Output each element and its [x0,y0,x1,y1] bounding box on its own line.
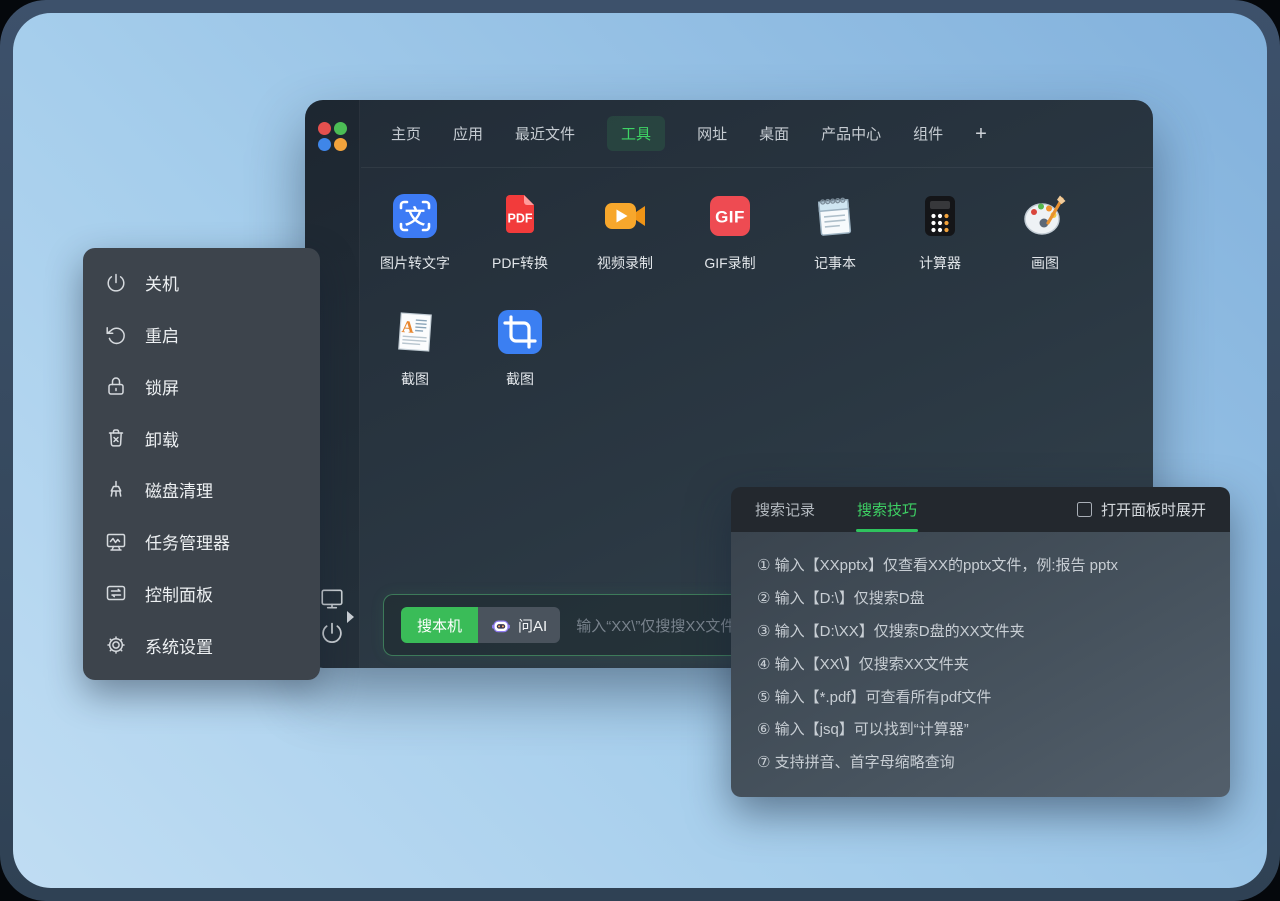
menu-item-关机[interactable]: 关机 [83,257,320,309]
ask-ai-label: 问AI [518,615,547,636]
tool-视频录制[interactable]: 视频录制 [573,192,677,273]
menu-item-磁盘清理[interactable]: 磁盘清理 [83,464,320,516]
pic-to-text-icon: 文 [391,192,439,240]
tab-工具[interactable]: 工具 [607,116,665,151]
crop-icon [496,308,544,356]
restart-icon [104,323,128,347]
tool-label: 记事本 [814,253,856,273]
search-local-button[interactable]: 搜本机 [401,607,478,643]
menu-item-label: 锁屏 [145,374,179,399]
menu-item-控制面板[interactable]: 控制面板 [83,568,320,620]
menu-item-label: 任务管理器 [145,529,230,554]
tip-line-2: ② 输入【D:\】仅搜索D盘 [757,581,1210,614]
gif-icon: GIF [706,192,754,240]
tip-line-7: ⑦ 支持拼音、首字母缩略查询 [757,745,1210,778]
ask-ai-button[interactable]: 问AI [478,607,560,643]
uninstall-icon [104,426,128,450]
paint-icon [1021,192,1069,240]
tab-应用[interactable]: 应用 [453,123,483,144]
menu-item-重启[interactable]: 重启 [83,309,320,361]
power-icon[interactable] [318,619,346,647]
menu-item-label: 磁盘清理 [145,477,213,502]
control-panel-icon [104,581,128,605]
tip-line-6: ⑥ 输入【jsq】可以找到“计算器” [757,712,1210,745]
checkbox-icon[interactable] [1077,502,1092,517]
tab-桌面[interactable]: 桌面 [759,123,789,144]
tips-list: ① 输入【XXpptx】仅查看XX的pptx文件，例:报告 pptx② 输入【D… [731,532,1230,797]
svg-text:文: 文 [405,205,426,229]
logo-petal [334,138,347,151]
tool-截图[interactable]: 截图 [468,308,572,389]
menu-item-锁屏[interactable]: 锁屏 [83,361,320,413]
monitor-icon[interactable] [319,586,345,612]
menu-item-卸载[interactable]: 卸载 [83,412,320,464]
expand-on-open-toggle[interactable]: 打开面板时展开 [1077,499,1206,520]
calculator-icon [916,192,964,240]
settings-icon [104,633,128,657]
logo-petal [318,122,331,135]
power-icon [104,271,128,295]
tab-最近文件[interactable]: 最近文件 [515,123,575,144]
tips-tab-搜索记录[interactable]: 搜索记录 [755,487,815,532]
search-tips-panel: 搜索记录搜索技巧 打开面板时展开 ① 输入【XXpptx】仅查看XX的pptx文… [731,487,1230,797]
tool-label: 视频录制 [597,253,653,273]
tip-line-5: ⑤ 输入【*.pdf】可查看所有pdf文件 [757,680,1210,713]
menu-item-系统设置[interactable]: 系统设置 [83,619,320,671]
svg-text:PDF: PDF [508,212,533,226]
tool-记事本[interactable]: 记事本 [783,192,887,273]
tool-label: 图片转文字 [380,253,450,273]
menu-item-label: 重启 [145,322,179,347]
tips-tab-搜索技巧[interactable]: 搜索技巧 [857,487,917,532]
tool-label: PDF转换 [492,253,548,273]
logo-petal [318,138,331,151]
tool-GIF录制[interactable]: GIF GIF录制 [678,192,782,273]
tool-计算器[interactable]: 计算器 [888,192,992,273]
tip-line-3: ③ 输入【D:\XX】仅搜索D盘的XX文件夹 [757,614,1210,647]
power-menu: 关机重启锁屏卸载磁盘清理任务管理器控制面板系统设置 [83,248,320,680]
tool-label: GIF录制 [704,253,755,273]
video-record-icon [601,192,649,240]
lock-icon [104,374,128,398]
tool-label: 截图 [401,369,429,389]
notepad-icon [811,192,859,240]
tab-网址[interactable]: 网址 [697,123,727,144]
logo-petal [334,122,347,135]
tab-组件[interactable]: 组件 [913,123,943,144]
expand-label: 打开面板时展开 [1101,499,1206,520]
tip-line-4: ④ 输入【XX\】仅搜索XX文件夹 [757,647,1210,680]
tip-line-1: ① 输入【XXpptx】仅查看XX的pptx文件，例:报告 pptx [757,548,1210,581]
menu-item-label: 控制面板 [145,581,213,606]
doc-screenshot-icon: A [391,308,439,356]
expand-arrow-icon[interactable] [347,611,354,623]
svg-text:A: A [401,317,415,337]
pdf-icon: PDF [496,192,544,240]
svg-text:GIF: GIF [715,208,745,227]
menu-item-label: 关机 [145,270,179,295]
tool-label: 截图 [506,369,534,389]
tips-header: 搜索记录搜索技巧 打开面板时展开 [731,487,1230,532]
tab-bar: 主页 应用 最近文件 工具 网址 桌面 产品中心 组件 + [361,100,1153,168]
search-mode-switch: 搜本机 问AI [401,607,560,643]
menu-item-label: 系统设置 [145,633,213,658]
disk-clean-icon [104,478,128,502]
tool-label: 画图 [1031,253,1059,273]
tool-label: 计算器 [919,253,961,273]
tab-产品中心[interactable]: 产品中心 [821,123,881,144]
add-tab-button[interactable]: + [975,124,987,144]
task-manager-icon [104,530,128,554]
robot-icon [491,618,511,633]
tab-主页[interactable]: 主页 [391,123,421,144]
app-logo[interactable] [318,122,347,151]
tool-画图[interactable]: 画图 [993,192,1097,273]
tool-截图[interactable]: A 截图 [363,308,467,389]
tool-图片转文字[interactable]: 文图片转文字 [363,192,467,273]
menu-item-label: 卸载 [145,426,179,451]
tool-PDF转换[interactable]: PDF PDF转换 [468,192,572,273]
menu-item-任务管理器[interactable]: 任务管理器 [83,516,320,568]
